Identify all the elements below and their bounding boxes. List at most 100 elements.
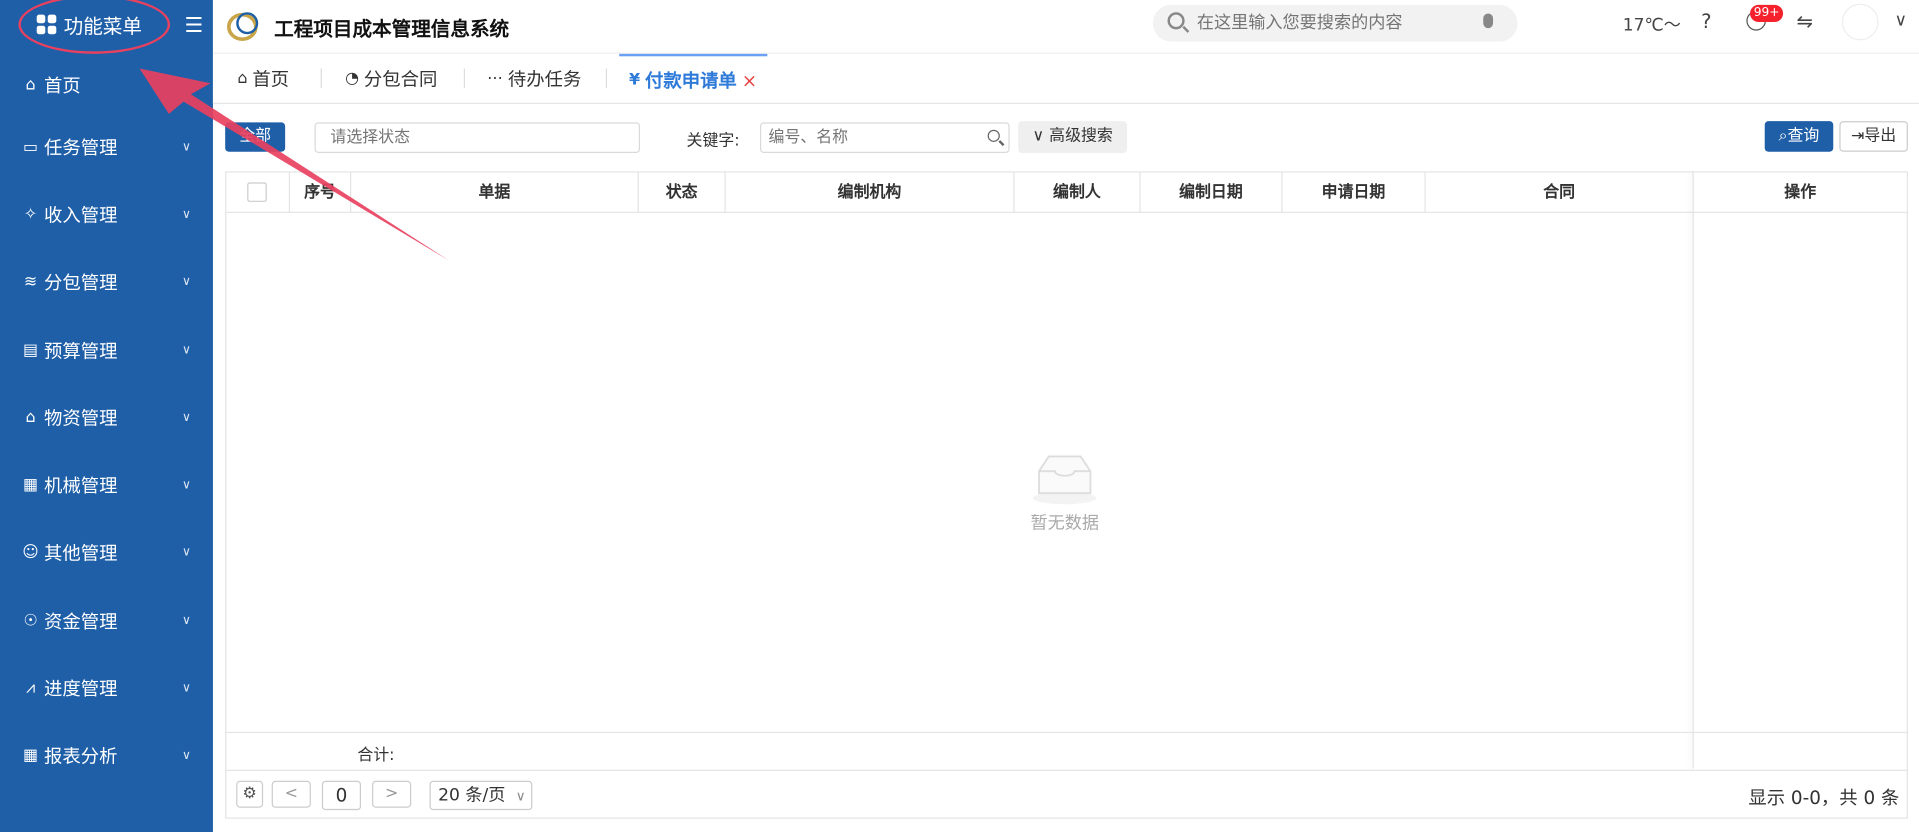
- sidebar-item-progress[interactable]: ⩘ 进度管理 ∨: [0, 655, 213, 722]
- folder-icon: ▭: [23, 138, 39, 157]
- summary-label: 合计:: [357, 746, 395, 765]
- tab-subcontract[interactable]: ◔ 分包合同: [345, 54, 437, 104]
- sidebar-item-label: 收入管理: [44, 204, 118, 227]
- help-icon[interactable]: ?: [1701, 10, 1711, 33]
- notification-badge: 99+: [1750, 4, 1784, 23]
- empty-state-text: 暂无数据: [1030, 513, 1099, 534]
- export-icon: ⇥: [1851, 127, 1865, 146]
- app-logo-icon: [227, 12, 259, 41]
- column-header[interactable]: 编制人: [1015, 172, 1141, 213]
- tab-divider: [320, 68, 322, 89]
- select-all-checkbox[interactable]: [247, 182, 267, 202]
- sidebar-item-reports[interactable]: ▦ 报表分析 ∨: [0, 722, 213, 789]
- avatar[interactable]: [1841, 3, 1879, 41]
- sidebar-item-home[interactable]: ⌂ 首页: [0, 51, 213, 118]
- search-input[interactable]: [1196, 11, 1467, 36]
- weather: 17℃～: [1622, 15, 1681, 36]
- page-number-input[interactable]: 0: [321, 780, 362, 811]
- tab-label: 待办任务: [507, 68, 582, 91]
- advanced-search-button[interactable]: ∨ 高级搜索: [1018, 121, 1128, 153]
- data-table: 序号 单据 状态 编制机构 编制人 编制日期 申请日期 合同 操作 暂无数据 合…: [225, 171, 1908, 819]
- column-header[interactable]: 合同: [1426, 172, 1694, 213]
- table-icon: ▦: [23, 746, 39, 765]
- column-header[interactable]: 操作: [1694, 173, 1907, 213]
- chevron-down-icon: ∨: [181, 275, 191, 289]
- sidebar-item-label: 首页: [44, 74, 81, 97]
- empty-inbox-icon: [1032, 455, 1097, 505]
- chart-icon: ⩘: [26, 679, 36, 698]
- chevron-down-icon: ∨: [181, 208, 191, 222]
- pagination-info: 显示 0-0，共 0 条: [1748, 786, 1900, 809]
- keyword-label: 关键字:: [686, 132, 740, 151]
- sidebar-item-materials[interactable]: ⌂ 物资管理 ∨: [0, 384, 213, 451]
- column-header[interactable]: 单据: [351, 172, 639, 213]
- tab-home[interactable]: ⌂ 首页: [237, 54, 289, 104]
- app-title: 工程项目成本管理信息系统: [274, 17, 510, 41]
- home-icon: ⌂: [25, 75, 36, 95]
- page-size-select[interactable]: 20 条/页 ∨: [429, 780, 533, 811]
- chevron-down-icon: ∨: [515, 788, 526, 805]
- sidebar-item-label: 预算管理: [44, 340, 118, 363]
- column-header[interactable]: 编制机构: [726, 172, 1015, 213]
- settings-icon[interactable]: ⚙: [236, 780, 264, 808]
- search-icon: ⌕: [1778, 127, 1788, 146]
- search-icon[interactable]: [987, 129, 1000, 142]
- column-header[interactable]: 编制日期: [1141, 172, 1283, 213]
- sidebar-item-funds[interactable]: ☉ 资金管理 ∨: [0, 587, 213, 654]
- chevron-down-icon: ∨: [181, 681, 191, 696]
- next-page-button[interactable]: >: [372, 780, 412, 808]
- microphone-icon[interactable]: [1483, 13, 1494, 29]
- column-header[interactable]: 申请日期: [1283, 172, 1426, 213]
- sidebar-item-label: 资金管理: [44, 610, 118, 633]
- keyword-input[interactable]: [759, 122, 1010, 153]
- tab-bar: ⌂ 首页 ◔ 分包合同 ⋯ 待办任务 ¥ 付款申请单 ×: [212, 53, 1919, 105]
- export-label: 导出: [1864, 127, 1897, 146]
- chevron-down-icon: ∨: [181, 748, 191, 763]
- chevron-down-icon: ∨: [181, 614, 191, 628]
- page-size-value: 20 条/页: [438, 785, 506, 806]
- sidebar: 功能菜单 ☰ ⌂ 首页 ▭ 任务管理 ∨ ✧ 收入管理 ∨ ≋ 分包管理 ∨ ▤…: [0, 0, 213, 832]
- list-icon: ▤: [23, 341, 39, 360]
- money-icon: ☉: [23, 611, 38, 631]
- sidebar-item-tasks[interactable]: ▭ 任务管理 ∨: [0, 114, 213, 181]
- status-select[interactable]: [314, 122, 641, 153]
- sidebar-item-label: 任务管理: [44, 137, 118, 160]
- chevron-down-icon: ∨: [181, 140, 191, 155]
- search-icon: [1167, 12, 1185, 30]
- close-tab-icon[interactable]: ×: [742, 69, 757, 91]
- pin-icon: ✧: [23, 205, 38, 224]
- tab-label: 付款申请单: [644, 69, 737, 92]
- column-header[interactable]: 序号: [290, 172, 352, 213]
- global-search[interactable]: [1152, 4, 1518, 42]
- pagination: ⚙ < 0 > 20 条/页 ∨ 显示 0-0，共 0 条: [226, 769, 1907, 819]
- home-icon: ⌂: [237, 69, 248, 89]
- chevron-down-icon: ∨: [181, 411, 191, 425]
- chat-icon: ⋯: [487, 69, 503, 89]
- sidebar-item-subcontract[interactable]: ≋ 分包管理 ∨: [0, 248, 213, 315]
- database-icon: ≋: [23, 272, 38, 292]
- sidebar-item-label: 报表分析: [44, 745, 118, 768]
- yen-icon: ¥: [629, 70, 641, 90]
- sidebar-item-other[interactable]: ☺ 其他管理 ∨: [0, 519, 213, 586]
- tab-payment-request[interactable]: ¥ 付款申请单 ×: [619, 53, 767, 104]
- all-button[interactable]: 全部: [225, 122, 286, 152]
- fixed-column-divider: [1692, 172, 1694, 769]
- prev-page-button[interactable]: <: [271, 780, 311, 808]
- select-all-cell: [226, 172, 291, 213]
- collapse-menu-icon[interactable]: ☰: [184, 13, 203, 37]
- user-dropdown-icon[interactable]: ∨: [1894, 11, 1907, 31]
- switch-icon[interactable]: ⇋: [1797, 10, 1813, 33]
- tab-todo[interactable]: ⋯ 待办任务: [487, 54, 581, 104]
- pie-icon: ◔: [345, 69, 359, 89]
- column-header[interactable]: 状态: [639, 172, 726, 213]
- sidebar-item-label: 其他管理: [44, 542, 118, 565]
- sidebar-item-machinery[interactable]: ▦ 机械管理 ∨: [0, 452, 213, 519]
- export-button[interactable]: ⇥导出: [1839, 121, 1908, 152]
- sidebar-item-budget[interactable]: ▤ 预算管理 ∨: [0, 317, 213, 384]
- chevron-down-icon: ∨: [181, 343, 191, 358]
- chevron-down-icon: ∨: [181, 545, 191, 560]
- query-button[interactable]: ⌕查询: [1764, 121, 1834, 152]
- sidebar-item-income[interactable]: ✧ 收入管理 ∨: [0, 181, 213, 248]
- tab-divider: [463, 68, 466, 89]
- sidebar-item-label: 机械管理: [44, 474, 118, 497]
